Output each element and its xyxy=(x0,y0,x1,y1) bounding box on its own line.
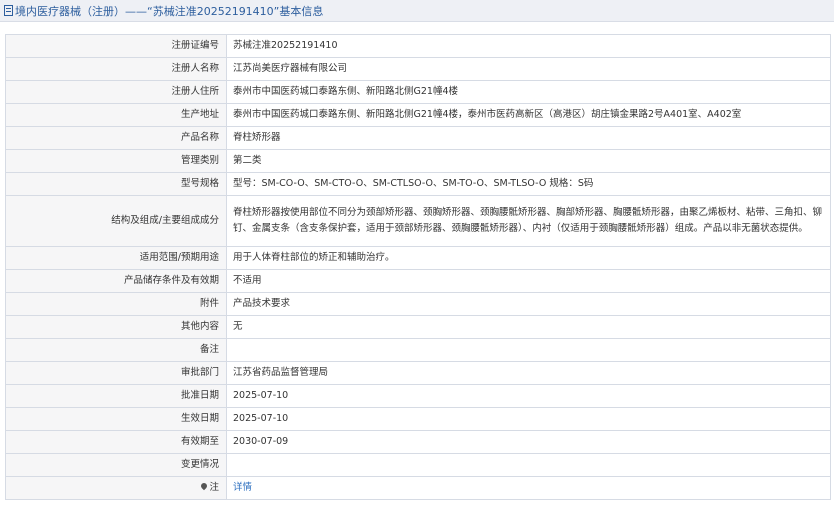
table-row: 其他内容 无 xyxy=(5,315,831,339)
table-row: 结构及组成/主要组成成分 脊柱矫形器按使用部位不同分为颈部矫形器、颈胸矫形器、颈… xyxy=(5,195,831,247)
page-title: 境内医疗器械（注册）——“苏械注准20252191410”基本信息 xyxy=(15,4,324,18)
row-value: 详情 xyxy=(226,476,831,500)
row-label: 注册人住所 xyxy=(5,80,227,104)
table-row: 附件 产品技术要求 xyxy=(5,292,831,316)
row-value: 无 xyxy=(226,315,831,339)
table-row: 型号规格 型号：SM-CO-O、SM-CTO-O、SM-CTLSO-O、SM-T… xyxy=(5,172,831,196)
row-label: 生产地址 xyxy=(5,103,227,127)
row-label: 结构及组成/主要组成成分 xyxy=(5,195,227,247)
info-table-container: 注册证编号 苏械注准20252191410 注册人名称 江苏尚美医疗器械有限公司… xyxy=(5,34,831,500)
row-value xyxy=(226,338,831,362)
row-value: 脊柱矫形器按使用部位不同分为颈部矫形器、颈胸矫形器、颈胸腰骶矫形器、胸部矫形器、… xyxy=(226,195,831,247)
row-label: 有效期至 xyxy=(5,430,227,454)
row-value: 苏械注准20252191410 xyxy=(226,34,831,58)
table-row: 注册证编号 苏械注准20252191410 xyxy=(5,34,831,58)
row-value: 江苏尚美医疗器械有限公司 xyxy=(226,57,831,81)
row-value: 产品技术要求 xyxy=(226,292,831,316)
table-row: 注 详情 xyxy=(5,476,831,500)
table-row: 管理类别 第二类 xyxy=(5,149,831,173)
row-label: 其他内容 xyxy=(5,315,227,339)
row-value: 2025-07-10 xyxy=(226,384,831,408)
row-label: 型号规格 xyxy=(5,172,227,196)
document-icon xyxy=(4,5,13,16)
page-header: 境内医疗器械（注册）——“苏械注准20252191410”基本信息 xyxy=(0,0,834,22)
row-value: 脊柱矫形器 xyxy=(226,126,831,150)
table-row: 备注 xyxy=(5,338,831,362)
pin-icon xyxy=(200,481,209,491)
row-value xyxy=(226,453,831,477)
table-row: 产品储存条件及有效期 不适用 xyxy=(5,269,831,293)
details-link[interactable]: 详情 xyxy=(233,482,252,493)
table-row: 注册人名称 江苏尚美医疗器械有限公司 xyxy=(5,57,831,81)
row-label: 备注 xyxy=(5,338,227,362)
table-row: 适用范围/预期用途 用于人体脊柱部位的矫正和辅助治疗。 xyxy=(5,246,831,270)
row-value: 泰州市中国医药城口泰路东侧、新阳路北侧G21幢4楼，泰州市医药高新区（高港区）胡… xyxy=(226,103,831,127)
row-label: 批准日期 xyxy=(5,384,227,408)
row-label: 审批部门 xyxy=(5,361,227,385)
info-table: 注册证编号 苏械注准20252191410 注册人名称 江苏尚美医疗器械有限公司… xyxy=(5,34,831,500)
row-value: 型号：SM-CO-O、SM-CTO-O、SM-CTLSO-O、SM-TO-O、S… xyxy=(226,172,831,196)
row-value: 第二类 xyxy=(226,149,831,173)
table-row: 审批部门 江苏省药品监督管理局 xyxy=(5,361,831,385)
row-label: 管理类别 xyxy=(5,149,227,173)
row-value: 2030-07-09 xyxy=(226,430,831,454)
row-label: 注册证编号 xyxy=(5,34,227,58)
row-label: 注册人名称 xyxy=(5,57,227,81)
table-row: 生产地址 泰州市中国医药城口泰路东侧、新阳路北侧G21幢4楼，泰州市医药高新区（… xyxy=(5,103,831,127)
row-label: 变更情况 xyxy=(5,453,227,477)
table-row: 生效日期 2025-07-10 xyxy=(5,407,831,431)
row-label: 生效日期 xyxy=(5,407,227,431)
row-value: 用于人体脊柱部位的矫正和辅助治疗。 xyxy=(226,246,831,270)
table-row: 注册人住所 泰州市中国医药城口泰路东侧、新阳路北侧G21幢4楼 xyxy=(5,80,831,104)
table-row: 产品名称 脊柱矫形器 xyxy=(5,126,831,150)
row-label: 附件 xyxy=(5,292,227,316)
row-value: 2025-07-10 xyxy=(226,407,831,431)
row-value: 不适用 xyxy=(226,269,831,293)
row-label: 产品储存条件及有效期 xyxy=(5,269,227,293)
table-row: 有效期至 2030-07-09 xyxy=(5,430,831,454)
row-label: 注 xyxy=(209,482,219,493)
note-label-cell: 注 xyxy=(5,476,227,500)
table-row: 批准日期 2025-07-10 xyxy=(5,384,831,408)
row-label: 产品名称 xyxy=(5,126,227,150)
row-value: 江苏省药品监督管理局 xyxy=(226,361,831,385)
row-value: 泰州市中国医药城口泰路东侧、新阳路北侧G21幢4楼 xyxy=(226,80,831,104)
row-label: 适用范围/预期用途 xyxy=(5,246,227,270)
table-row: 变更情况 xyxy=(5,453,831,477)
